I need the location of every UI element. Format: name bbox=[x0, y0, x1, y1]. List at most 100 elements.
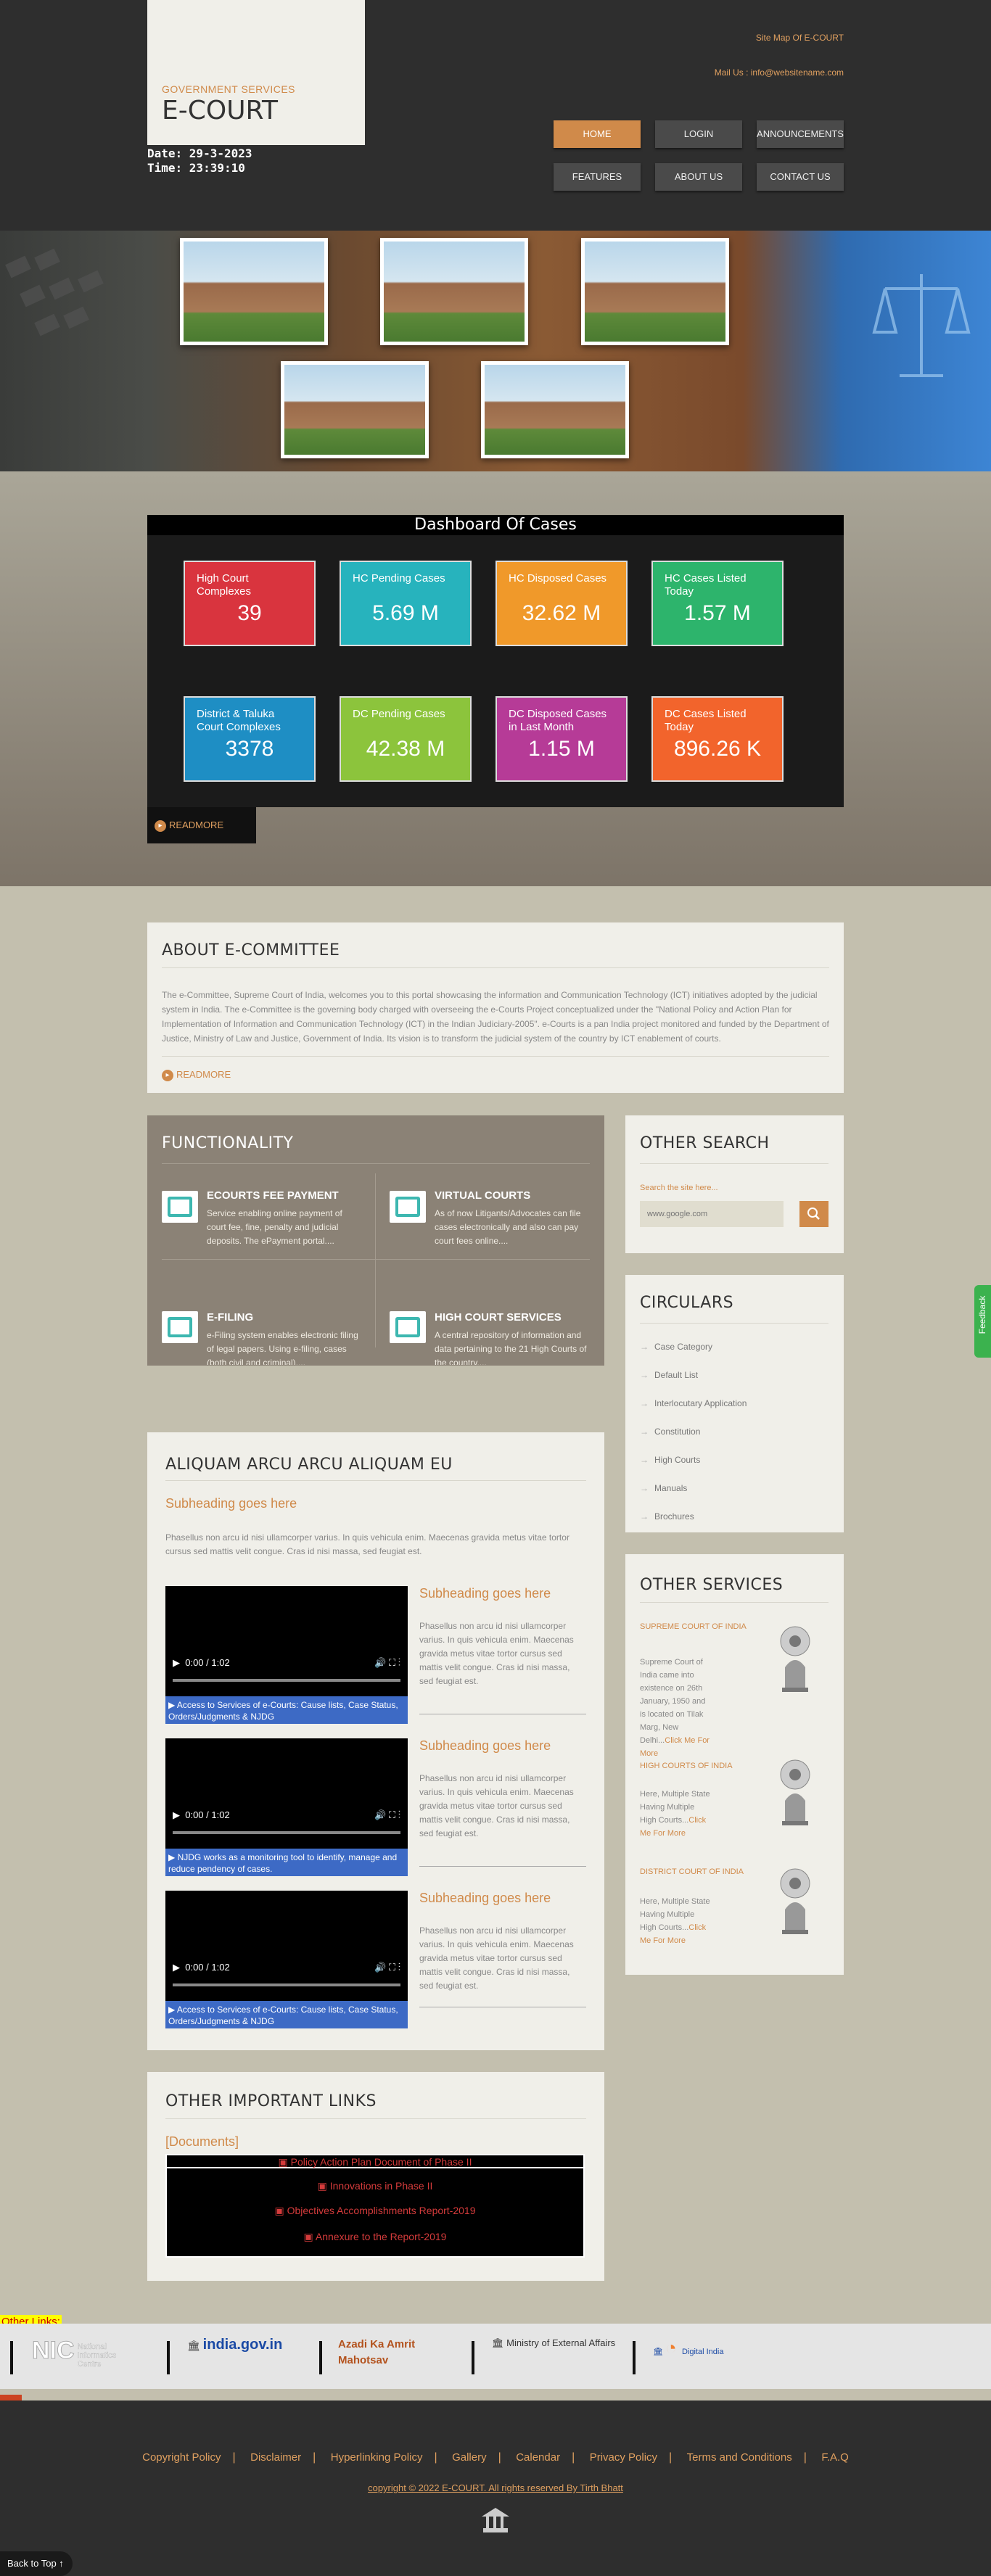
tile-hc-complexes[interactable]: High Court Complexes 39 bbox=[184, 561, 316, 646]
e-filing-icon[interactable] bbox=[162, 1311, 198, 1343]
volume-icon[interactable]: 🔊 ⛶ ⋮ bbox=[374, 1657, 400, 1669]
sitemap-link[interactable]: Site Map Of E-COURT bbox=[756, 33, 844, 43]
service-desc: Supreme Court of India came into existen… bbox=[640, 1658, 706, 1745]
play-icon[interactable]: ▶ bbox=[173, 1809, 180, 1820]
fee-payment-icon[interactable] bbox=[162, 1191, 198, 1223]
court-image-3[interactable] bbox=[581, 238, 729, 345]
circular-item[interactable]: → High Courts bbox=[640, 1455, 700, 1465]
nav-announcements[interactable]: ANNOUNCEMENTS bbox=[757, 120, 844, 148]
search-icon bbox=[807, 1208, 820, 1220]
divider bbox=[165, 1480, 586, 1481]
logo-azadi[interactable]: Azadi Ka Amrit Mahotsav bbox=[338, 2337, 461, 2373]
video-caption: ▶ NJDG works as a monitoring tool to ide… bbox=[165, 1849, 408, 1876]
brand-logo[interactable]: GOVERNMENT SERVICES E-COURT bbox=[147, 0, 365, 145]
video-progress-bar[interactable] bbox=[173, 1983, 400, 1986]
mail-link[interactable]: Mail Us : info@websitename.com bbox=[715, 67, 844, 78]
video-subheading: Subheading goes here bbox=[419, 1586, 551, 1601]
video-player-3[interactable]: ▶ 0:00 / 1:02 🔊 ⛶ ⋮ ▶ Access to Services … bbox=[165, 1891, 408, 2028]
video-progress-bar[interactable] bbox=[173, 1679, 400, 1682]
volume-icon[interactable]: 🔊 ⛶ ⋮ bbox=[374, 1962, 400, 1973]
play-icon[interactable]: ▶ bbox=[173, 1657, 180, 1668]
volume-icon[interactable]: 🔊 ⛶ ⋮ bbox=[374, 1809, 400, 1821]
feedback-tab[interactable]: Feedback bbox=[974, 1285, 991, 1358]
video-caption-text: Access to Services of e-Courts: Cause li… bbox=[168, 1700, 398, 1722]
doc-link[interactable]: ▣ Annexure to the Report-2019 bbox=[167, 2231, 583, 2243]
logo-digital-india[interactable]: 🏛 ◔ Digital India bbox=[653, 2337, 762, 2373]
tile-dc-listed-today[interactable]: DC Cases Listed Today 896.26 K bbox=[651, 696, 784, 782]
national-emblem-icon bbox=[775, 1757, 815, 1830]
doc-link[interactable]: ▣ Policy Action Plan Document of Phase I… bbox=[167, 2155, 583, 2168]
play-icon[interactable]: ▶ bbox=[173, 1962, 180, 1973]
aliquam-text: Phasellus non arcu id nisi ullamcorper v… bbox=[165, 1532, 569, 1556]
nav-about-us[interactable]: ABOUT US bbox=[655, 163, 742, 191]
video-controls[interactable]: ▶ 0:00 / 1:02 🔊 ⛶ ⋮ bbox=[173, 1657, 400, 1670]
video-player-1[interactable]: ▶ 0:00 / 1:02 🔊 ⛶ ⋮ ▶ Access to Services … bbox=[165, 1586, 408, 1724]
arrow-right-icon: → bbox=[640, 1342, 649, 1352]
doc-label: Policy Action Plan Document of Phase II bbox=[290, 2156, 472, 2168]
doc-link[interactable]: ▣ Innovations in Phase II bbox=[167, 2180, 583, 2192]
video-controls[interactable]: ▶ 0:00 / 1:02 🔊 ⛶ ⋮ bbox=[173, 1809, 400, 1822]
back-to-top-button[interactable]: Back to Top ↑ bbox=[0, 2551, 73, 2576]
virtual-courts-icon[interactable] bbox=[390, 1191, 426, 1223]
service-heading[interactable]: HIGH COURTS OF INDIA bbox=[640, 1762, 733, 1770]
footer-link-privacy[interactable]: Privacy Policy bbox=[590, 2451, 657, 2464]
search-input[interactable] bbox=[640, 1201, 784, 1227]
logo-mea[interactable]: 🏛 Ministry of External Affairs bbox=[492, 2337, 622, 2373]
circular-item[interactable]: → Case Category bbox=[640, 1342, 712, 1352]
tile-dc-disposed[interactable]: DC Disposed Cases in Last Month 1.15 M bbox=[495, 696, 628, 782]
func-title-high-court[interactable]: HIGH COURT SERVICES bbox=[435, 1311, 562, 1324]
search-label: Search the site here... bbox=[640, 1184, 718, 1192]
court-image-1[interactable] bbox=[180, 238, 328, 345]
search-button[interactable] bbox=[799, 1201, 828, 1227]
court-image-4[interactable] bbox=[281, 361, 429, 458]
video-controls[interactable]: ▶ 0:00 / 1:02 🔊 ⛶ ⋮ bbox=[173, 1962, 400, 1975]
nav-login[interactable]: LOGIN bbox=[655, 120, 742, 148]
doc-link[interactable]: ▣ Objectives Accomplishments Report-2019 bbox=[167, 2205, 583, 2217]
logo-label: india.gov.in bbox=[202, 2337, 283, 2353]
footer-link-faq[interactable]: F.A.Q bbox=[821, 2451, 849, 2464]
tile-dc-complexes[interactable]: District & Taluka Court Complexes 3378 bbox=[184, 696, 316, 782]
logo-india-gov[interactable]: 🏛 india.gov.in bbox=[187, 2337, 303, 2373]
footer-link-hyperlinking[interactable]: Hyperlinking Policy bbox=[331, 2451, 423, 2464]
circular-item[interactable]: → Default List bbox=[640, 1370, 698, 1380]
nav-contact-us[interactable]: CONTACT US bbox=[757, 163, 844, 191]
footer-link-calendar[interactable]: Calendar bbox=[516, 2451, 560, 2464]
about-readmore-link[interactable]: ▸ READMORE bbox=[162, 1069, 231, 1081]
logo-divider bbox=[472, 2341, 474, 2374]
court-image-5[interactable] bbox=[481, 361, 629, 458]
tile-hc-listed-today[interactable]: HC Cases Listed Today 1.57 M bbox=[651, 561, 784, 646]
tile-dc-pending[interactable]: DC Pending Cases 42.38 M bbox=[340, 696, 472, 782]
func-title-fee-payment[interactable]: ECOURTS FEE PAYMENT bbox=[207, 1189, 339, 1202]
func-desc-fee-payment: Service enabling online payment of court… bbox=[207, 1208, 342, 1246]
separator: | bbox=[498, 2451, 501, 2464]
logo-nic[interactable]: NIC National Informatics Centre bbox=[32, 2337, 155, 2373]
func-title-e-filing[interactable]: E-FILING bbox=[207, 1311, 253, 1324]
footer-link-copyright[interactable]: Copyright Policy bbox=[142, 2451, 221, 2464]
func-title-virtual-courts[interactable]: VIRTUAL COURTS bbox=[435, 1189, 530, 1202]
service-heading[interactable]: SUPREME COURT OF INDIA bbox=[640, 1622, 747, 1631]
circular-item[interactable]: → Manuals bbox=[640, 1483, 687, 1493]
video-subheading: Subheading goes here bbox=[419, 1738, 551, 1753]
tile-label: DC Disposed Cases in Last Month bbox=[509, 708, 607, 733]
court-image-2[interactable] bbox=[380, 238, 528, 345]
tile-label: High Court Complexes bbox=[197, 572, 252, 598]
nav-home[interactable]: HOME bbox=[554, 120, 641, 148]
circular-item[interactable]: → Brochures bbox=[640, 1511, 694, 1522]
tile-value: 5.69 M bbox=[372, 601, 439, 625]
high-court-services-icon[interactable] bbox=[390, 1311, 426, 1343]
circular-item[interactable]: → Interlocutary Application bbox=[640, 1398, 747, 1408]
pdf-icon: ▣ bbox=[274, 2205, 287, 2216]
dashboard-readmore-button[interactable]: ▸ READMORE bbox=[147, 807, 256, 843]
circular-item[interactable]: → Constitution bbox=[640, 1427, 700, 1437]
footer-link-gallery[interactable]: Gallery bbox=[452, 2451, 487, 2464]
nav-features[interactable]: FEATURES bbox=[554, 163, 641, 191]
video-player-2[interactable]: ▶ 0:00 / 1:02 🔊 ⛶ ⋮ ▶ NJDG works as a mon… bbox=[165, 1738, 408, 1876]
footer-link-terms[interactable]: Terms and Conditions bbox=[687, 2451, 792, 2464]
service-heading[interactable]: DISTRICT COURT OF INDIA bbox=[640, 1867, 744, 1876]
tile-hc-pending[interactable]: HC Pending Cases 5.69 M bbox=[340, 561, 472, 646]
footer-link-disclaimer[interactable]: Disclaimer bbox=[250, 2451, 301, 2464]
separator: | bbox=[434, 2451, 437, 2464]
tile-hc-disposed[interactable]: HC Disposed Cases 32.62 M bbox=[495, 561, 628, 646]
readmore-label: READMORE bbox=[169, 820, 224, 830]
video-progress-bar[interactable] bbox=[173, 1831, 400, 1834]
